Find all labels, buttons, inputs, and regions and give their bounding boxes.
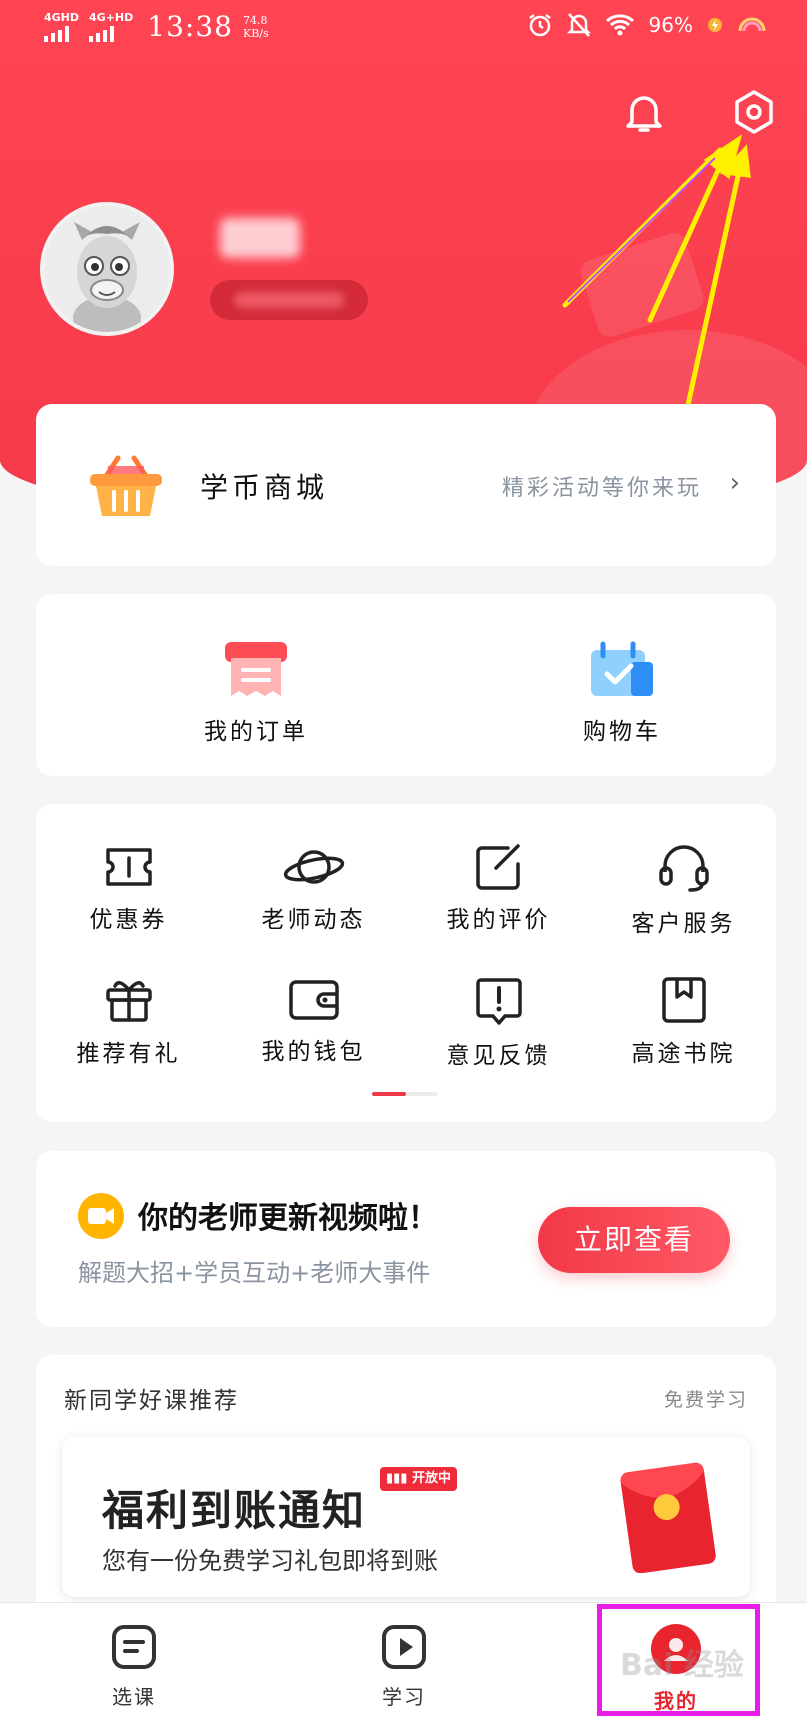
cart-label: 购物车: [583, 719, 661, 745]
coupon-label: 优惠券: [89, 907, 168, 933]
feedback-button[interactable]: 意见反馈: [406, 976, 591, 1070]
mascot-avatar-icon: [44, 206, 170, 332]
headset-icon: [658, 845, 709, 892]
mall-title: 学币商城: [200, 471, 329, 504]
recommend-title: 新同学好课推荐: [64, 1388, 239, 1414]
header-decoration-card: [577, 229, 707, 341]
coupon-icon: [105, 848, 152, 886]
orders-card: 我的订单 购物车: [36, 594, 776, 776]
banner-title: 福利到账通知: [102, 1486, 367, 1535]
chevron-right-icon: ›: [729, 468, 740, 498]
view-now-button[interactable]: 立即查看: [538, 1207, 730, 1273]
teacher-news-button[interactable]: 老师动态: [221, 844, 406, 934]
mute-icon: [566, 13, 591, 37]
bell-button[interactable]: [620, 88, 668, 136]
tab-study[interactable]: 学习: [334, 1623, 474, 1710]
rainbow-icon: [738, 17, 766, 32]
page-indicator: [372, 1092, 438, 1096]
tab-study-label: 学习: [382, 1685, 426, 1709]
mall-subtitle: 精彩活动等你来玩: [501, 476, 702, 501]
mall-card[interactable]: 学币商城 精彩活动等你来玩 ›: [36, 404, 776, 566]
wallet-label: 我的钱包: [261, 1039, 366, 1065]
user-tag-blurred[interactable]: [210, 280, 368, 320]
planet-icon: [283, 850, 344, 884]
battery-level: 96%: [648, 13, 693, 37]
recommend-card: 新同学好课推荐 免费学习 福利到账通知 ▮▮▮ 开放中 您有一份免费学习礼包即将…: [36, 1355, 776, 1615]
wallet-icon: [288, 980, 339, 1020]
network-speed: 74.8 KB/s: [243, 14, 269, 40]
status-bar: 4GHD 4G+HD 13:38 74.8 KB/s 96%: [0, 0, 807, 56]
red-envelope-icon: [620, 1462, 716, 1573]
book-icon: [661, 977, 706, 1023]
edit-icon: [475, 844, 520, 890]
banner-subtitle: 您有一份免费学习礼包即将到账: [102, 1547, 438, 1575]
settings-icon: [735, 90, 773, 134]
customer-service-label: 客户服务: [631, 911, 736, 937]
my-reviews-button[interactable]: 我的评价: [406, 844, 591, 934]
referral-button[interactable]: 推荐有礼: [36, 976, 221, 1068]
play-icon: [382, 1625, 426, 1669]
welfare-banner[interactable]: 福利到账通知 ▮▮▮ 开放中 您有一份免费学习礼包即将到账: [62, 1437, 750, 1597]
services-grid: 优惠券 老师动态 我的评价 客户服务 推荐有礼 我的钱包 意见反馈 高途书院: [36, 804, 776, 1122]
my-orders-button[interactable]: 我的订单: [156, 640, 356, 746]
gift-icon: [105, 981, 152, 1022]
signal-1: 4GHD: [44, 10, 80, 42]
video-camera-icon: [78, 1193, 124, 1239]
status-badge: ▮▮▮ 开放中: [380, 1467, 458, 1491]
bell-icon: [626, 96, 662, 132]
network-type-1: 4GHD: [44, 10, 80, 24]
basket-icon: [90, 455, 162, 516]
signal-bars-icon: [89, 25, 133, 42]
my-orders-label: 我的订单: [204, 719, 308, 745]
free-study-link[interactable]: 免费学习: [664, 1385, 748, 1412]
network-type-2: 4G+HD: [89, 10, 134, 24]
course-icon: [112, 1625, 156, 1669]
teacher-news-label: 老师动态: [261, 907, 366, 933]
order-icon: [225, 642, 287, 696]
charging-icon: [708, 18, 722, 32]
academy-label: 高途书院: [631, 1041, 736, 1067]
tab-courses[interactable]: 选课: [64, 1623, 204, 1710]
avatar[interactable]: [40, 202, 174, 336]
signal-2: 4G+HD: [89, 10, 134, 42]
teacher-video-card[interactable]: 你的老师更新视频啦！ 解题大招+学员互动+老师大事件 立即查看: [36, 1151, 776, 1327]
speed-value: 74.8: [242, 13, 268, 27]
clock: 13:38: [147, 10, 233, 43]
promo-title: 你的老师更新视频啦！: [138, 1201, 438, 1236]
academy-button[interactable]: 高途书院: [591, 976, 776, 1068]
badge-label: 开放中: [412, 1471, 452, 1486]
wallet-button[interactable]: 我的钱包: [221, 976, 406, 1066]
speed-unit: KB/s: [242, 26, 269, 40]
customer-service-button[interactable]: 客户服务: [591, 844, 776, 938]
annotation-highlight-box: [597, 1604, 760, 1716]
chart-icon: ▮▮▮: [386, 1471, 412, 1486]
cart-button[interactable]: 购物车: [522, 640, 722, 746]
settings-button[interactable]: [730, 88, 778, 136]
signal-bars-icon: [44, 25, 79, 42]
feedback-label: 意见反馈: [446, 1043, 551, 1069]
referral-label: 推荐有礼: [76, 1041, 181, 1067]
cart-icon: [591, 641, 653, 696]
tab-courses-label: 选课: [112, 1685, 156, 1709]
wifi-icon: [605, 14, 634, 36]
coupon-button[interactable]: 优惠券: [36, 844, 221, 934]
alarm-icon: [528, 14, 551, 37]
feedback-icon: [475, 978, 522, 1025]
my-reviews-label: 我的评价: [446, 907, 551, 933]
username-blurred: [220, 218, 300, 258]
promo-subtitle: 解题大招+学员互动+老师大事件: [78, 1259, 431, 1287]
